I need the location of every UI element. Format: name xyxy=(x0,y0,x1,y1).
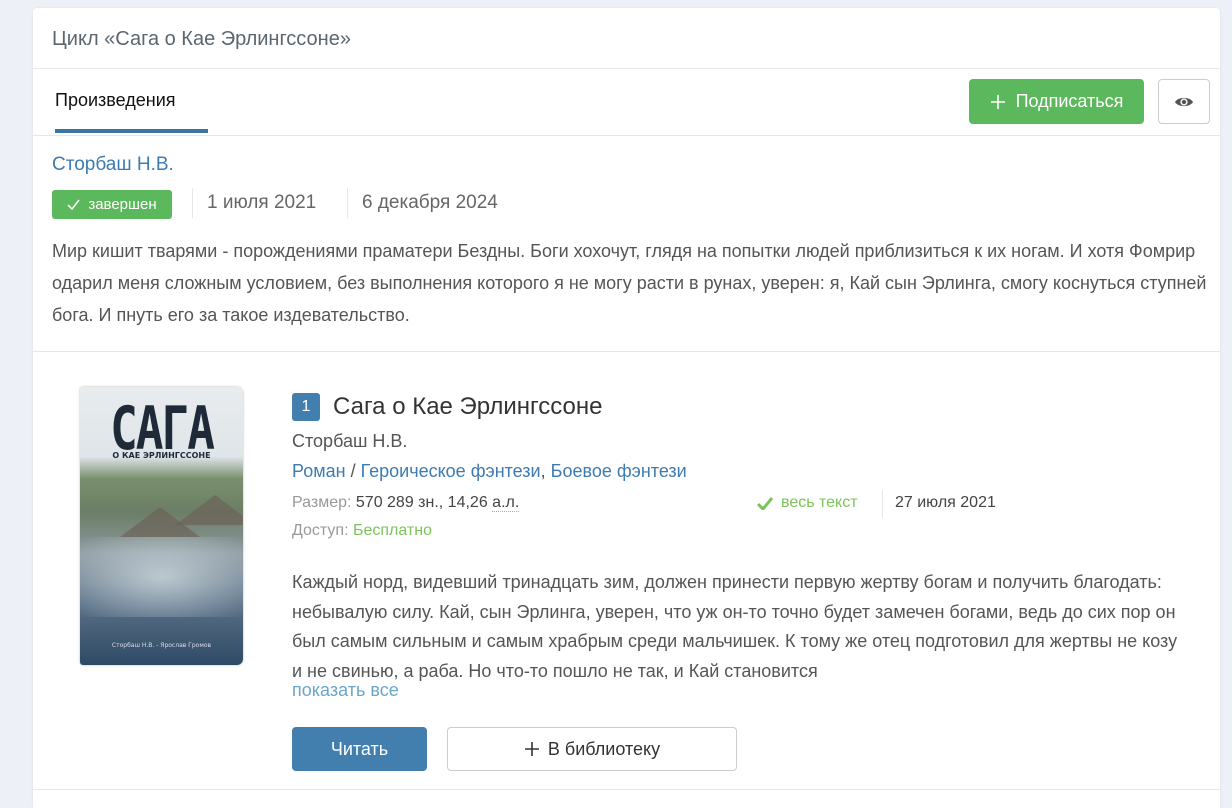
genre-form-link[interactable]: Роман xyxy=(292,461,346,481)
access-value: Бесплатно xyxy=(352,522,432,539)
work-number-badge: 1 xyxy=(292,393,320,421)
book-cover[interactable]: САГА О КАЕ ЭРЛИНГССОНЕ Сторбаш Н.В. - Яр… xyxy=(80,387,243,665)
show-more-link[interactable]: показать все xyxy=(292,680,399,701)
plus-icon xyxy=(524,742,539,756)
start-date: 1 июля 2021 xyxy=(207,192,317,213)
update-date: 6 декабря 2024 xyxy=(362,192,498,213)
divider xyxy=(192,188,193,218)
access-label: Доступ: xyxy=(292,522,349,539)
divider xyxy=(33,351,1220,352)
read-button[interactable]: Читать xyxy=(292,727,427,771)
plus-icon xyxy=(990,94,1005,109)
genre-link[interactable]: Боевое фэнтези xyxy=(551,461,687,481)
divider xyxy=(33,789,1220,790)
divider xyxy=(347,188,348,218)
work-date: 27 июля 2021 xyxy=(895,494,996,511)
subscribe-button[interactable]: Подписаться xyxy=(969,79,1144,124)
work-genres: Роман / Героическое фэнтези, Боевое фэнт… xyxy=(292,461,687,481)
completion-text: весь текст xyxy=(781,494,858,511)
genre-link[interactable]: Героическое фэнтези xyxy=(361,461,541,481)
eye-icon xyxy=(1175,97,1193,106)
divider xyxy=(33,68,1220,69)
tab-works[interactable]: Произведения xyxy=(55,90,176,111)
work-title-link[interactable]: Сага о Кае Эрлингссоне xyxy=(333,393,602,421)
series-description: Мир кишит тварями - порождениями прамате… xyxy=(52,241,1207,325)
cover-credits: Сторбаш Н.В. - Ярослав Громов xyxy=(111,642,212,649)
cover-subtitle: О КАЕ ЭРЛИНГССОНЕ xyxy=(112,451,211,460)
series-card: Цикл «Сага о Кае Эрлингссоне» Произведен… xyxy=(33,8,1220,808)
size-label: Размер: xyxy=(292,494,352,511)
page-title: Цикл «Сага о Кае Эрлингссоне» xyxy=(52,28,351,50)
status-text: завершен xyxy=(88,196,157,213)
library-label: В библиотеку xyxy=(547,738,661,759)
status-badge: завершен xyxy=(52,190,172,219)
check-icon xyxy=(67,199,80,210)
work-author[interactable]: Сторбаш Н.В. xyxy=(292,431,407,452)
add-to-library-button[interactable]: В библиотеку xyxy=(447,727,737,771)
work-access: Доступ: Бесплатно xyxy=(292,522,432,540)
series-author-link[interactable]: Сторбаш Н.В. xyxy=(52,154,174,176)
size-unit: а.л. xyxy=(492,494,520,512)
completion-status: весь текст xyxy=(757,494,858,512)
active-tab-indicator xyxy=(55,129,208,133)
check-icon xyxy=(757,496,773,510)
watch-button[interactable] xyxy=(1158,79,1210,124)
divider xyxy=(33,135,1220,136)
subscribe-label: Подписаться xyxy=(1015,91,1124,111)
divider xyxy=(882,490,883,518)
size-value: 570 289 зн., 14,26 xyxy=(355,494,493,511)
work-size: Размер: 570 289 зн., 14,26 а.л. xyxy=(292,494,520,512)
work-annotation: Каждый норд, видевший тринадцать зим, до… xyxy=(292,572,1178,681)
